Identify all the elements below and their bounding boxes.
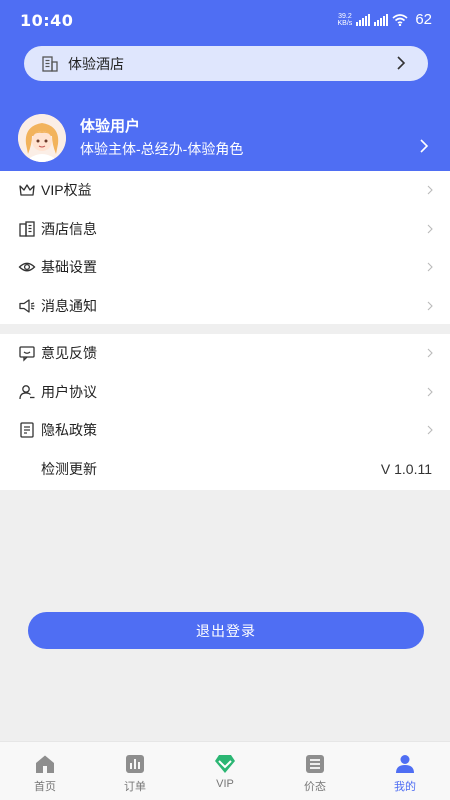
menu-item-label: 酒店信息 [41, 220, 97, 237]
menu-item-user-agreement[interactable]: 用户协议 [0, 373, 450, 412]
eye-icon [18, 262, 36, 272]
tab-orders[interactable]: 订单 [90, 742, 180, 800]
menu-item-vip-benefits[interactable]: VIP权益 [0, 171, 450, 210]
menu-item-basic-settings[interactable]: 基础设置 [0, 248, 450, 287]
wifi-icon [392, 13, 408, 26]
user-icon [19, 384, 35, 399]
signal-icon [374, 13, 389, 26]
menu-group-account: VIP权益 酒店信息 基础设置 消息通知 [0, 171, 450, 324]
profile-icon [396, 755, 414, 773]
chevron-right-icon [427, 425, 433, 435]
tab-price-status[interactable]: 价态 [270, 742, 360, 800]
menu-item-label: 消息通知 [41, 297, 97, 314]
menu-item-privacy-policy[interactable]: 隐私政策 [0, 411, 450, 450]
tab-me[interactable]: 我的 [360, 742, 450, 800]
menu-item-label: VIP权益 [41, 182, 92, 199]
menu-item-label: 基础设置 [41, 259, 97, 276]
hotel-selector[interactable]: 体验酒店 [24, 46, 428, 81]
status-indicators: 39.2 KB/s 62 [338, 11, 432, 28]
profile-header: 10:40 39.2 KB/s 62 体验酒店 体验用户 体验主体-总经办-体验… [0, 0, 450, 171]
app-version: V 1.0.11 [380, 460, 432, 477]
home-icon [36, 755, 54, 773]
chevron-right-icon [427, 387, 433, 397]
status-bar: 10:40 39.2 KB/s 62 [0, 0, 450, 40]
menu-item-check-update[interactable]: 检测更新 V 1.0.11 [0, 450, 450, 489]
speaker-icon [19, 299, 35, 313]
chevron-right-icon[interactable] [418, 138, 430, 154]
user-name: 体验用户 [80, 118, 141, 135]
chevron-right-icon [427, 262, 433, 272]
user-role: 体验主体-总经办-体验角色 [80, 141, 244, 157]
network-speed: 39.2 KB/s [337, 12, 353, 27]
battery-level: 62 [415, 11, 432, 28]
building-icon [19, 221, 35, 237]
avatar-illustration [18, 114, 66, 162]
bottom-tab-bar: 首页 订单 VIP 价态 我的 [0, 741, 450, 800]
chevron-right-icon [397, 56, 406, 70]
tab-vip[interactable]: VIP [180, 742, 270, 800]
feedback-icon [19, 346, 35, 362]
menu-group-support: 意见反馈 用户协议 隐私政策 检测更新 V 1.0.11 [0, 334, 450, 490]
vip-icon [215, 755, 235, 773]
crown-icon [19, 184, 35, 196]
menu-item-label: 检测更新 [41, 460, 97, 477]
chevron-right-icon [427, 224, 433, 234]
signal-icon [356, 13, 371, 26]
tab-home[interactable]: 首页 [0, 742, 90, 800]
chevron-right-icon [427, 185, 433, 195]
avatar[interactable] [18, 114, 66, 162]
chevron-right-icon [427, 301, 433, 311]
document-icon [20, 422, 34, 438]
chevron-right-icon [427, 348, 433, 358]
menu-item-label: 意见反馈 [41, 345, 97, 362]
menu-item-feedback[interactable]: 意见反馈 [0, 334, 450, 373]
hotel-name: 体验酒店 [68, 55, 124, 72]
orders-icon [126, 755, 144, 773]
menu-item-label: 用户协议 [41, 383, 97, 400]
menu-item-notifications[interactable]: 消息通知 [0, 287, 450, 326]
list-icon [306, 755, 324, 773]
menu-item-hotel-info[interactable]: 酒店信息 [0, 210, 450, 249]
hotel-icon [42, 55, 58, 72]
status-time: 10:40 [20, 11, 74, 30]
menu-item-label: 隐私政策 [41, 422, 97, 439]
logout-button[interactable]: 退出登录 [28, 612, 424, 649]
